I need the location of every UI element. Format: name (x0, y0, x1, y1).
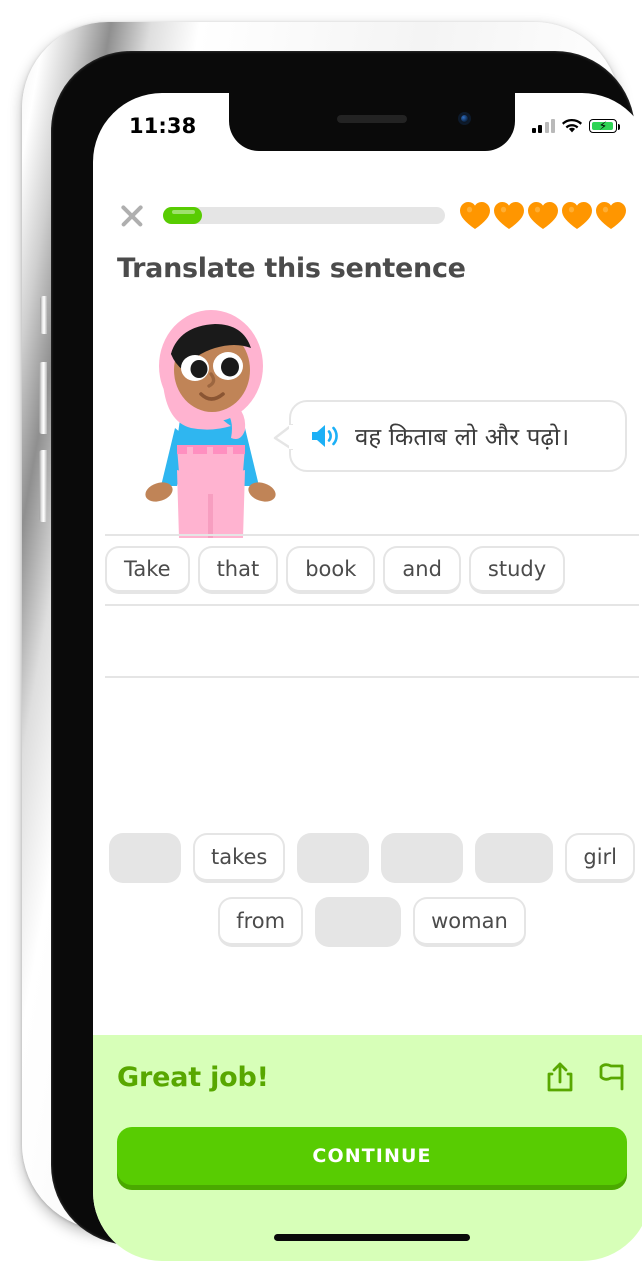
answer-tile[interactable]: book (286, 546, 376, 594)
share-icon[interactable] (545, 1061, 575, 1093)
word-bank-tile[interactable]: woman (413, 897, 526, 947)
hearts-counter[interactable] (459, 201, 627, 230)
phone-bezel: 11:38 ⚡ Translate this sentence वह किताब… (51, 51, 642, 1261)
wifi-icon (562, 118, 582, 132)
lesson-progress-fill (163, 206, 203, 224)
challenge-area: वह किताब लो और पढ़ो। (93, 308, 642, 538)
word-bank-row: takes girl (107, 833, 637, 883)
lesson-progress-bar (163, 206, 445, 224)
heart-icon (459, 201, 491, 230)
continue-button-label: CONTINUE (312, 1145, 432, 1167)
heart-icon (493, 201, 525, 230)
earpiece-speaker-icon (337, 115, 407, 123)
answer-tile[interactable]: that (197, 546, 279, 594)
battery-charging-icon: ⚡ (589, 119, 621, 133)
word-bank: takes girl from woman (93, 833, 642, 961)
status-time: 11:38 (129, 114, 197, 138)
source-sentence-text: वह किताब लो और पढ़ो। (355, 422, 570, 451)
report-flag-icon[interactable] (597, 1061, 627, 1093)
cellular-signal-icon (531, 118, 555, 133)
answer-area: Take that book and study (93, 534, 642, 750)
audio-prompt-bubble[interactable]: वह किताब लो और पढ़ो। (273, 400, 627, 472)
answer-tiles-row: Take that book and study (105, 536, 566, 604)
volume-down-button[interactable] (39, 450, 47, 522)
feedback-footer: Great job! CONTINUE (93, 1035, 642, 1261)
phone-device-frame: 11:38 ⚡ Translate this sentence वह किताब… (22, 22, 642, 1261)
answer-line[interactable] (105, 678, 639, 750)
display-notch (229, 93, 515, 151)
answer-line[interactable]: Take that book and study (105, 534, 639, 606)
continue-button[interactable]: CONTINUE (117, 1127, 627, 1185)
word-bank-tile-used (381, 833, 464, 883)
word-bank-tile-used (475, 833, 554, 883)
answer-line[interactable] (105, 606, 639, 678)
home-indicator[interactable] (274, 1234, 470, 1241)
word-bank-tile[interactable]: takes (192, 833, 286, 883)
word-bank-tile[interactable]: from (218, 897, 304, 947)
answer-tile[interactable]: and (383, 546, 461, 594)
heart-icon (561, 201, 593, 230)
page-title: Translate this sentence (117, 253, 466, 284)
speaker-audio-icon[interactable] (309, 422, 341, 450)
word-bank-row: from woman (107, 897, 637, 947)
word-bank-tile-used (297, 833, 370, 883)
mute-switch-button[interactable] (40, 296, 47, 334)
status-indicators: ⚡ (531, 118, 621, 134)
zari-character (145, 310, 276, 538)
feedback-header: Great job! (117, 1061, 627, 1093)
answer-tile[interactable]: Take (105, 546, 190, 594)
feedback-message: Great job! (117, 1061, 269, 1093)
heart-icon (595, 201, 627, 230)
word-bank-tile[interactable]: girl (565, 833, 636, 883)
heart-icon (527, 201, 559, 230)
close-x-icon[interactable] (115, 198, 149, 232)
phone-screen: 11:38 ⚡ Translate this sentence वह किताब… (93, 93, 642, 1261)
word-bank-tile-used (315, 897, 402, 947)
word-bank-tile-used (108, 833, 181, 883)
volume-up-button[interactable] (39, 362, 47, 434)
answer-tile[interactable]: study (468, 546, 566, 594)
feedback-actions (545, 1061, 627, 1093)
lesson-header (93, 189, 642, 241)
front-camera-icon (458, 112, 471, 125)
bubble-tail-icon (273, 424, 293, 450)
